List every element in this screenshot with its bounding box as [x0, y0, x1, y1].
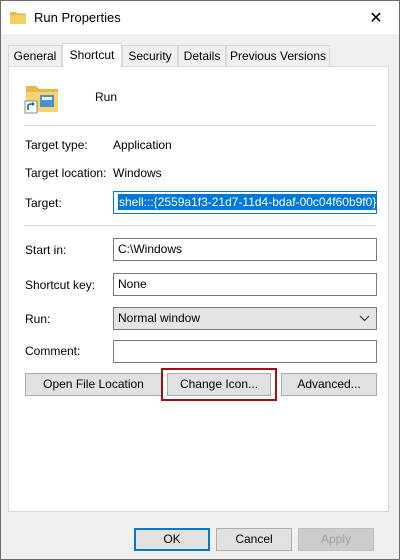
chevron-down-icon — [359, 308, 370, 337]
run-select-value: Normal window — [118, 311, 201, 325]
target-location-label: Target location: — [25, 166, 107, 180]
target-input[interactable]: shell:::{2559a1f3-21d7-11d4-bdaf-00c04f6… — [113, 191, 377, 214]
close-button[interactable]: ✕ — [353, 1, 399, 34]
tab-general[interactable]: General — [8, 45, 62, 66]
target-type-label: Target type: — [25, 138, 88, 152]
start-in-label: Start in: — [25, 243, 67, 257]
tab-strip: General Shortcut Security Details Previo… — [8, 43, 396, 68]
advanced-button[interactable]: Advanced... — [281, 373, 377, 396]
shortcut-panel: Run Target type: Application Target loca… — [8, 66, 389, 512]
tab-shortcut[interactable]: Shortcut — [62, 43, 122, 68]
tab-security[interactable]: Security — [122, 45, 178, 66]
divider-top — [24, 125, 376, 126]
tab-details[interactable]: Details — [178, 45, 226, 66]
change-icon-button[interactable]: Change Icon... — [167, 373, 271, 396]
target-label: Target: — [25, 196, 62, 210]
run-label: Run: — [25, 312, 51, 326]
target-value: shell:::{2559a1f3-21d7-11d4-bdaf-00c04f6… — [118, 194, 377, 210]
ok-button[interactable]: OK — [134, 528, 210, 551]
run-select[interactable]: Normal window — [113, 307, 377, 330]
shortcut-key-label: Shortcut key: — [25, 278, 96, 292]
cancel-button[interactable]: Cancel — [216, 528, 292, 551]
shortcut-key-input[interactable]: None — [113, 273, 377, 296]
close-icon: ✕ — [369, 9, 383, 27]
folder-shortcut-icon — [24, 86, 58, 114]
comment-label: Comment: — [25, 344, 81, 358]
window-title: Run Properties — [34, 10, 121, 25]
target-type-value: Application — [113, 138, 172, 152]
open-file-location-button[interactable]: Open File Location — [25, 373, 162, 396]
start-in-input[interactable]: C:\Windows — [113, 238, 377, 261]
divider-middle — [24, 225, 376, 226]
target-location-value: Windows — [113, 166, 162, 180]
comment-input[interactable] — [113, 340, 377, 363]
properties-window: Run Properties ✕ General Shortcut Securi… — [0, 0, 400, 560]
shortcut-name: Run — [95, 90, 118, 104]
apply-button[interactable]: Apply — [298, 528, 374, 551]
title-bar: Run Properties ✕ — [1, 1, 399, 34]
tab-previous-versions[interactable]: Previous Versions — [226, 45, 330, 66]
folder-icon — [10, 12, 26, 24]
